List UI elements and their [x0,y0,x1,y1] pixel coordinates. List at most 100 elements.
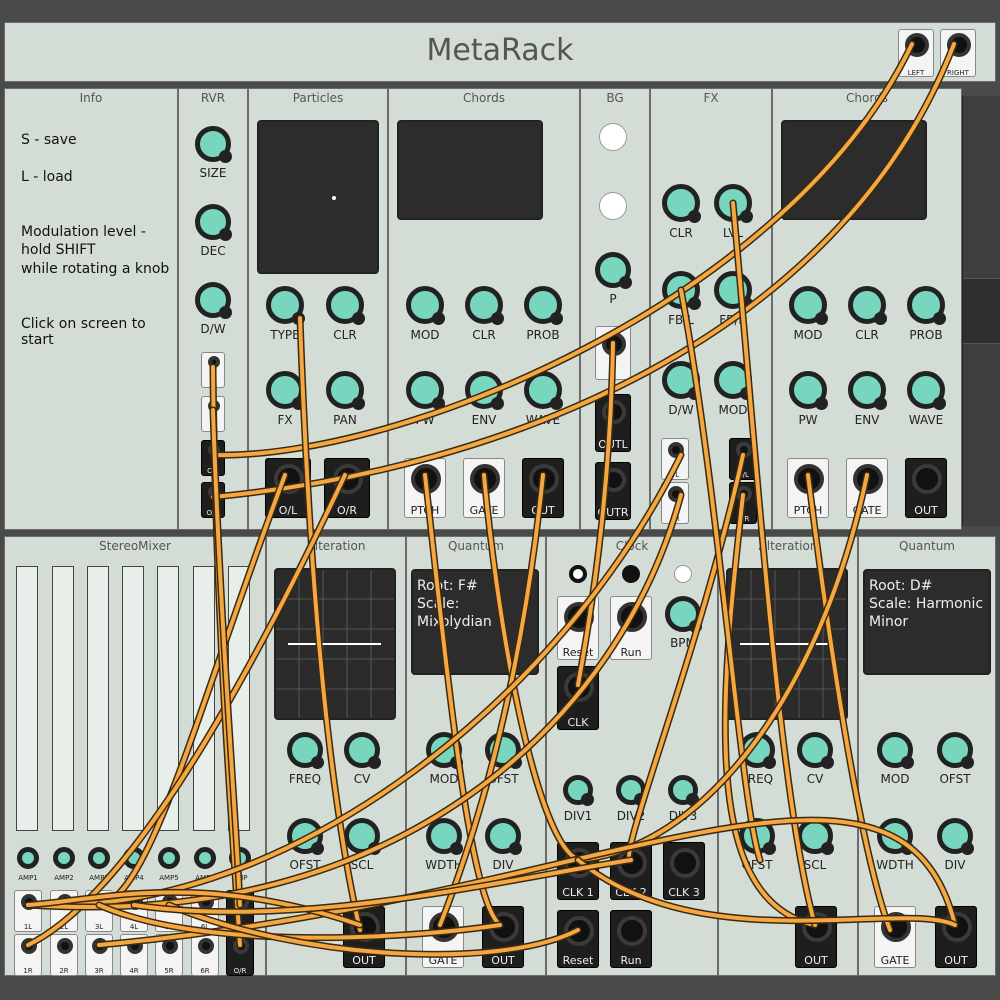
jack[interactable]: 3L [85,890,113,932]
jack[interactable]: OUT [343,906,385,968]
jack[interactable]: GATE [463,458,505,518]
jack-socket[interactable] [208,400,220,412]
jack[interactable]: GATE [422,906,464,968]
knob[interactable] [426,732,463,769]
jack-socket[interactable] [602,468,626,492]
jack[interactable]: O/L [226,890,254,932]
particles-screen[interactable] [257,120,379,274]
jack-socket[interactable] [881,912,911,942]
jack[interactable]: O/R [324,458,370,518]
knob[interactable] [524,371,563,410]
jack[interactable]: Reset [557,596,599,660]
jack[interactable]: 3R [85,934,113,976]
output-right[interactable]: RIGHT [940,29,976,77]
jack-socket[interactable] [564,672,594,702]
knob[interactable] [848,371,887,410]
mixer-fader[interactable] [193,566,215,831]
jack[interactable]: 2R [50,934,78,976]
jack-socket[interactable] [602,400,626,424]
jack[interactable]: 5L [155,890,183,932]
jack[interactable]: OUT [522,458,564,518]
mixer-fader[interactable] [228,566,250,831]
jack[interactable] [201,352,225,388]
jack-socket[interactable] [233,894,249,910]
knob[interactable] [668,775,699,806]
jack[interactable]: 2L [50,890,78,932]
knob[interactable] [465,371,504,410]
knob[interactable] [195,204,232,241]
knob[interactable] [17,847,39,869]
jack[interactable]: CLK 2 [610,842,652,900]
knob[interactable] [937,732,974,769]
knob[interactable] [789,286,828,325]
jack-socket[interactable] [208,486,220,498]
jack-socket[interactable] [736,486,752,502]
jack[interactable]: CLK [557,666,599,730]
jack-socket[interactable] [564,848,594,878]
knob[interactable] [877,818,914,855]
jack-socket[interactable] [617,916,647,946]
jack-socket[interactable] [198,938,214,954]
jack[interactable]: O/L [729,438,757,480]
jack[interactable]: I [595,326,631,380]
jack-socket[interactable] [912,464,942,494]
jack-socket[interactable] [233,938,249,954]
jack[interactable]: OUT [935,906,977,968]
jack[interactable]: Run [610,910,652,968]
knob[interactable] [485,818,522,855]
jack-socket[interactable] [21,938,37,954]
jack[interactable] [201,396,225,432]
knob[interactable] [524,286,563,325]
jack-socket[interactable] [942,912,972,942]
knob[interactable] [848,286,887,325]
knob[interactable] [797,818,834,855]
jack-socket[interactable] [617,602,647,632]
jack-socket[interactable] [794,464,824,494]
jack[interactable]: O/R [201,482,225,518]
jack-socket[interactable] [127,894,143,910]
jack-socket[interactable] [470,464,500,494]
chords-screen[interactable] [781,120,927,220]
jack-socket[interactable] [208,356,220,368]
jack[interactable]: 1R [14,934,42,976]
jack-socket[interactable] [208,444,220,456]
mixer-fader[interactable] [157,566,179,831]
jack[interactable]: OUT [905,458,947,518]
jack[interactable]: CLK 1 [557,842,599,900]
jack-socket[interactable] [57,938,73,954]
knob[interactable] [406,371,445,410]
jack-socket[interactable] [198,894,214,910]
knob[interactable] [266,286,305,325]
knob[interactable] [714,271,753,310]
jack[interactable]: O/L [201,440,225,476]
output-left[interactable]: LEFT [898,29,934,77]
knob[interactable] [326,371,365,410]
knob[interactable] [229,847,251,869]
jack-socket[interactable] [429,912,459,942]
knob[interactable] [662,361,701,400]
jack[interactable]: PTCH [787,458,829,518]
jack[interactable]: Run [610,596,652,660]
knob[interactable] [158,847,180,869]
knob[interactable] [907,286,946,325]
knob[interactable] [195,282,232,319]
jack-socket[interactable] [617,848,647,878]
jack-socket[interactable] [350,912,380,942]
knob[interactable] [616,775,647,806]
jack-socket[interactable] [529,464,559,494]
jack[interactable]: OUT [795,906,837,968]
jack-socket[interactable] [92,894,108,910]
mixer-fader[interactable] [87,566,109,831]
knob[interactable] [797,732,834,769]
jack[interactable]: PTCH [404,458,446,518]
knob[interactable] [287,818,324,855]
jack[interactable]: 5R [155,934,183,976]
knob[interactable] [714,361,753,400]
knob[interactable] [53,847,75,869]
jack-socket[interactable] [668,442,684,458]
knob[interactable] [662,184,701,223]
jack-socket[interactable] [668,486,684,502]
jack-socket[interactable] [564,916,594,946]
knob[interactable] [88,847,110,869]
jack[interactable]: O/L [265,458,311,518]
